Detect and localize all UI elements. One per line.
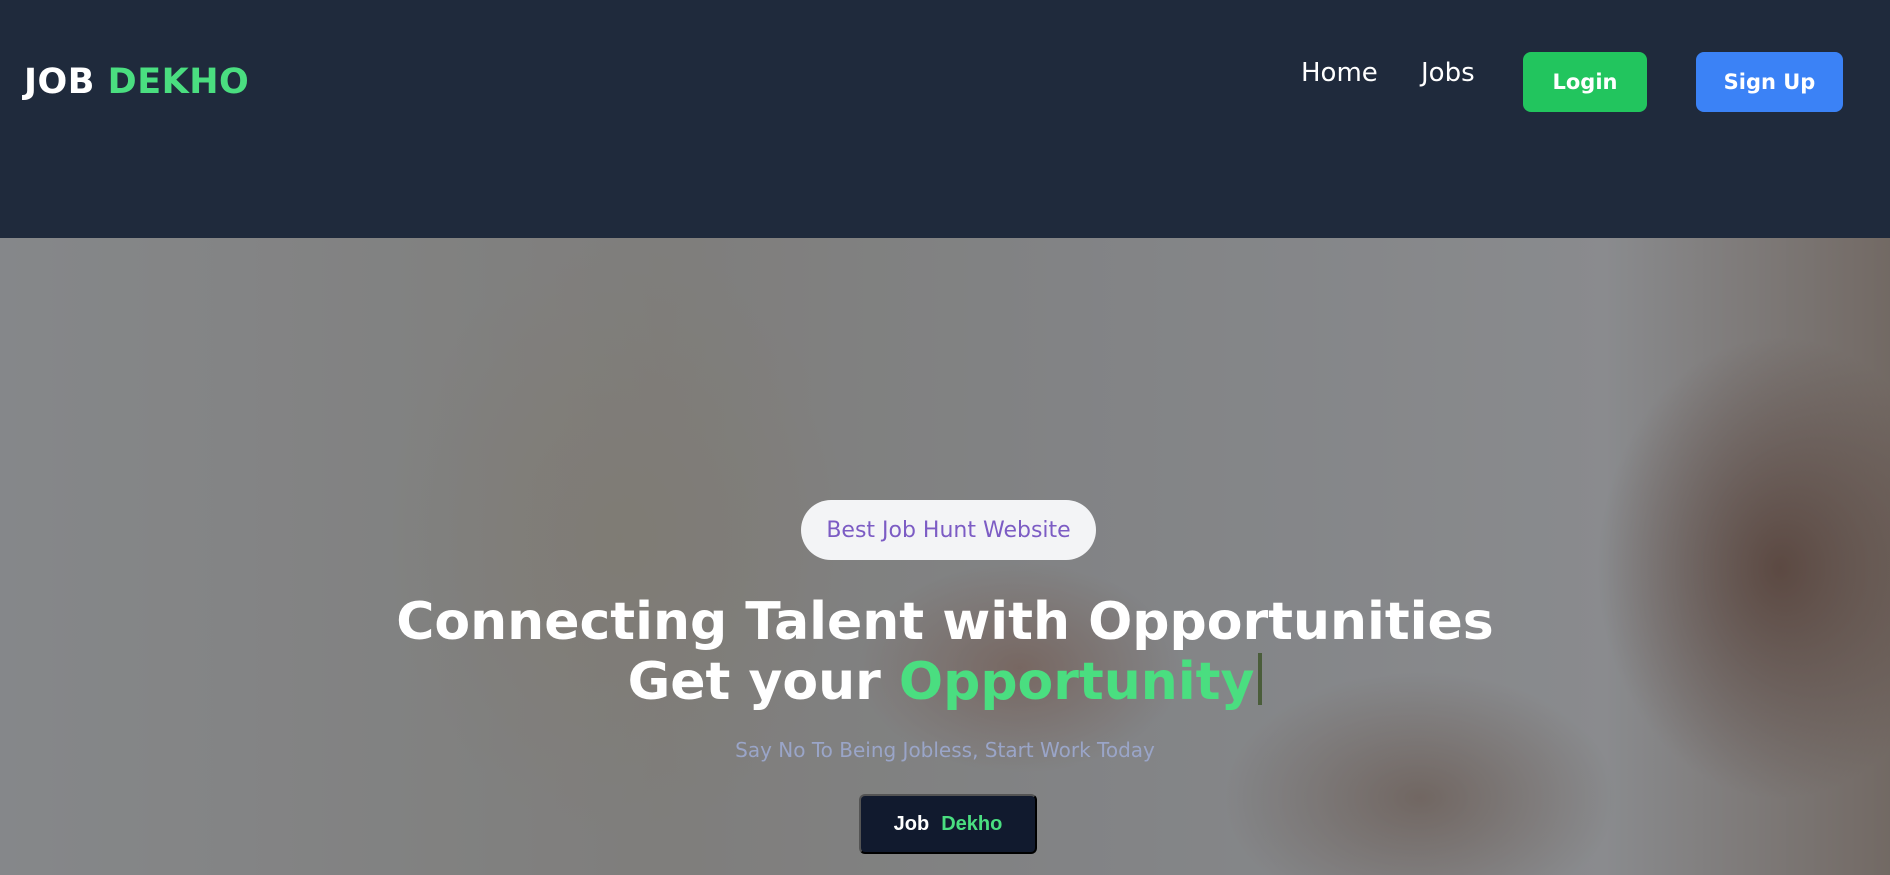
hero-section: Best Job Hunt Website Connecting Talent … (0, 238, 1890, 875)
typing-cursor (1258, 653, 1263, 705)
cta-button[interactable]: Job Dekho (859, 794, 1037, 854)
cta-text-dekho: Dekho (941, 812, 1003, 835)
navbar: JOB DEKHO Home Jobs Login Sign Up (0, 0, 1890, 238)
headline-prefix: Get your (627, 652, 881, 712)
headline-highlight: Opportunity (898, 652, 1255, 712)
logo-text-job: JOB (24, 62, 95, 102)
nav-link-jobs[interactable]: Jobs (1421, 58, 1475, 88)
logo[interactable]: JOB DEKHO (24, 62, 249, 102)
login-button[interactable]: Login (1523, 52, 1647, 112)
hero-badge: Best Job Hunt Website (801, 500, 1096, 560)
nav-link-home[interactable]: Home (1301, 58, 1378, 88)
headline-line-1: Connecting Talent with Opportunities (396, 592, 1494, 652)
signup-button[interactable]: Sign Up (1696, 52, 1843, 112)
logo-text-dekho: DEKHO (107, 62, 250, 102)
cta-text-job: Job (893, 812, 930, 835)
headline-line-2: Get your Opportunity (0, 652, 1890, 712)
hero-subtitle: Say No To Being Jobless, Start Work Toda… (735, 738, 1155, 762)
hero-headline: Connecting Talent with Opportunities Get… (0, 592, 1890, 712)
